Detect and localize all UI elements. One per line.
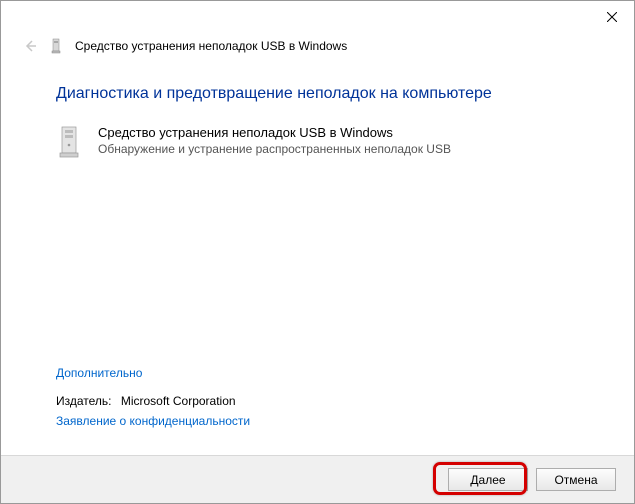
back-arrow-icon xyxy=(22,38,38,54)
lower-info-block: Дополнительно Издатель: Microsoft Corpor… xyxy=(56,366,250,428)
footer-bar: Далее Отмена xyxy=(1,455,634,503)
item-text-block: Средство устранения неполадок USB в Wind… xyxy=(98,125,451,156)
close-button[interactable] xyxy=(589,2,634,32)
privacy-link[interactable]: Заявление о конфиденциальности xyxy=(56,414,250,428)
content-area: Диагностика и предотвращение неполадок н… xyxy=(1,67,634,162)
window-title: Средство устранения неполадок USB в Wind… xyxy=(75,39,347,53)
troubleshooter-icon xyxy=(49,38,65,54)
item-description: Обнаружение и устранение распространенны… xyxy=(98,142,451,156)
troubleshooter-item: Средство устранения неполадок USB в Wind… xyxy=(56,125,579,162)
advanced-link[interactable]: Дополнительно xyxy=(56,366,142,380)
close-icon xyxy=(607,12,617,22)
back-button[interactable] xyxy=(21,37,39,55)
publisher-value: Microsoft Corporation xyxy=(121,394,236,408)
header-row: Средство устранения неполадок USB в Wind… xyxy=(1,33,634,67)
page-heading: Диагностика и предотвращение неполадок н… xyxy=(56,85,579,103)
cancel-button[interactable]: Отмена xyxy=(536,468,616,491)
computer-tower-icon xyxy=(56,125,84,162)
item-title: Средство устранения неполадок USB в Wind… xyxy=(98,125,451,140)
title-bar xyxy=(1,1,634,33)
publisher-label: Издатель: xyxy=(56,394,112,408)
next-button[interactable]: Далее xyxy=(448,468,528,491)
publisher-row: Издатель: Microsoft Corporation xyxy=(56,394,250,408)
